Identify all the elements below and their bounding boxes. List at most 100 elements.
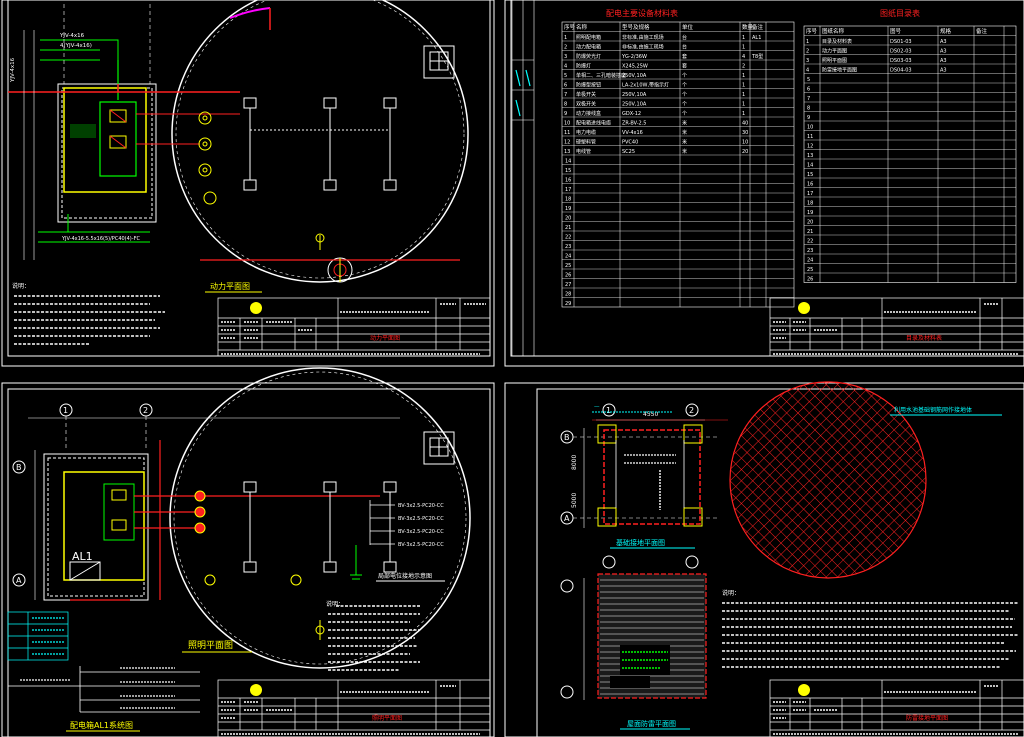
axis-label-a: A: [16, 576, 22, 585]
materials-row-number: 14: [565, 158, 571, 164]
drawing-list-row-number: 15: [807, 172, 813, 178]
materials-header-cell: 备注: [752, 23, 764, 31]
sheet2-tb-title: 目录及材料表: [906, 334, 942, 342]
materials-cell: 单极开关: [576, 91, 596, 98]
riser-label: YJV-4x16: [10, 57, 16, 83]
drawing-list-row-number: 20: [807, 219, 813, 225]
drawing-list-row-number: 10: [807, 124, 813, 130]
materials-cell: 个: [682, 111, 687, 117]
drawing-list-cell: 目录及材料表: [822, 38, 852, 45]
drawing-list-cell: DS03-03: [890, 58, 912, 64]
materials-cell: 1: [742, 101, 745, 107]
materials-cell: 动力接线盒: [576, 110, 601, 117]
company-logo-icon: [250, 302, 262, 314]
materials-row-number: 25: [565, 263, 571, 269]
drawing-list-cell: 4: [806, 67, 809, 73]
materials-cell: PVC40: [622, 139, 638, 145]
hatch-note: 利用水池基础钢筋网作接地体: [894, 406, 972, 414]
drawing-list-cell: DS02-03: [890, 48, 912, 54]
left-dimension-part: 5000: [571, 493, 578, 508]
materials-table-title: 配电主要设备材料表: [606, 8, 678, 18]
materials-cell: 电线管: [576, 148, 591, 155]
materials-cell: 250V,10A: [622, 92, 647, 98]
materials-cell: 配电箱进线电缆: [576, 119, 611, 126]
drawing-list-row-number: 22: [807, 238, 813, 244]
drawing-list-cell: A3: [940, 39, 947, 45]
drawing-list-row-number: 21: [807, 229, 813, 235]
materials-cell: 250V,10A: [622, 101, 647, 107]
materials-cell: 个: [682, 92, 687, 98]
sheet-lighting-plan: 1 2 A B AL1 BV-3x2.5-PC20-CC BV-3x2.5-PC…: [7, 367, 491, 737]
company-logo-icon-2: [798, 302, 810, 314]
materials-cell: 单相二、三孔暗装插座: [576, 72, 626, 79]
drawing-list-cell: DS01-03: [890, 39, 912, 45]
materials-cell: 30: [742, 130, 748, 136]
materials-cell: 250V,10A: [622, 73, 647, 79]
drawing-list-row-number: 6: [807, 86, 810, 92]
materials-cell: 2: [742, 63, 745, 69]
drawing-list-row-number: 24: [807, 257, 813, 263]
materials-row-number: 22: [565, 234, 571, 240]
drawing-list-cell: A3: [940, 58, 947, 64]
materials-cell: 非标准,由施工现场: [622, 43, 664, 50]
drawing-list-cell: 1: [806, 39, 809, 45]
materials-cell: 台: [682, 43, 687, 50]
drawing-list-cell: DS04-03: [890, 67, 912, 73]
materials-cell: 10: [564, 120, 570, 126]
materials-row-number: 16: [565, 177, 571, 183]
drawing-list-row-number: 5: [807, 77, 810, 83]
materials-cell: 套: [682, 53, 687, 60]
plan-title-roof: 屋面防雷平面图: [627, 719, 676, 728]
drawing-list-row-number: 9: [807, 115, 810, 121]
drawing-list-row-number: 26: [807, 276, 813, 282]
drawing-list-header-cell: 序号: [806, 27, 818, 35]
drawing-list-row-number: 23: [807, 248, 813, 254]
materials-cell: 米: [682, 119, 687, 126]
drawing-list-row-number: 8: [807, 105, 810, 111]
drawing-list-row-number: 19: [807, 210, 813, 216]
materials-cell: 个: [682, 101, 687, 107]
materials-row-number: 27: [565, 282, 571, 288]
drawing-list-row-number: 18: [807, 200, 813, 206]
drawing-list-header-cell: 规格: [940, 27, 952, 35]
materials-cell: 1: [742, 82, 745, 88]
drawing-list-row-number: 11: [807, 134, 813, 140]
sheet1-notes-heading: 说明：: [12, 282, 30, 290]
drawing-list-header-cell: 图号: [890, 27, 902, 35]
materials-row-number: 24: [565, 253, 571, 259]
sheet-materials-table: 配电主要设备材料表 图纸目录表 序号 名称 型号及规格 单位 数量备注1 照明配电箱 非标准…: [511, 0, 1024, 357]
materials-table: 序号 名称 型号及规格 单位 数量备注1 照明配电箱 非标准,由施工现场台 1 AL12 动力配电…: [561, 21, 795, 308]
materials-cell: 9: [564, 111, 567, 117]
drawing-list-row-number: 14: [807, 162, 813, 168]
materials-row-number: 21: [565, 225, 571, 231]
materials-cell: 3: [564, 54, 567, 60]
plan-title-foundation: 基础接地平面图: [616, 538, 665, 547]
materials-cell: 米: [682, 148, 687, 155]
materials-header-cell: 名称: [576, 23, 588, 31]
company-logo-icon-4: [798, 684, 810, 696]
materials-cell: 米: [682, 129, 687, 136]
materials-row-number: 19: [565, 206, 571, 212]
drawing-list-cell: 动力平面图: [822, 47, 847, 54]
materials-cell: 动力配电箱: [576, 43, 601, 50]
materials-cell: 20: [742, 149, 748, 155]
drawing-list-row-number: 25: [807, 267, 813, 273]
drawing-list-row-number: 16: [807, 181, 813, 187]
materials-cell: 双极开关: [576, 100, 596, 107]
ground-detail-title: 局部电位接地示意图: [378, 572, 432, 580]
materials-cell: SC25: [622, 149, 635, 155]
materials-cell: T8型: [751, 53, 763, 60]
materials-cell: 12: [564, 139, 570, 145]
tag-top-left: —: [594, 404, 600, 410]
materials-cell: 硬塑料管: [576, 138, 596, 145]
materials-cell: 米: [682, 138, 687, 145]
sheet1-title: 动力平面图: [210, 281, 250, 291]
axis-label-1b: 1: [606, 406, 611, 415]
materials-row-number: 15: [565, 168, 571, 174]
panel-label: AL1: [72, 550, 93, 563]
sheet1-tb-title: 动力平面图: [370, 334, 400, 342]
sheet3-title: 照明平面图: [188, 640, 233, 651]
axis-label-2b: 2: [689, 406, 694, 415]
materials-cell: 1: [564, 35, 567, 41]
drawing-list-title: 图纸目录表: [880, 8, 920, 18]
